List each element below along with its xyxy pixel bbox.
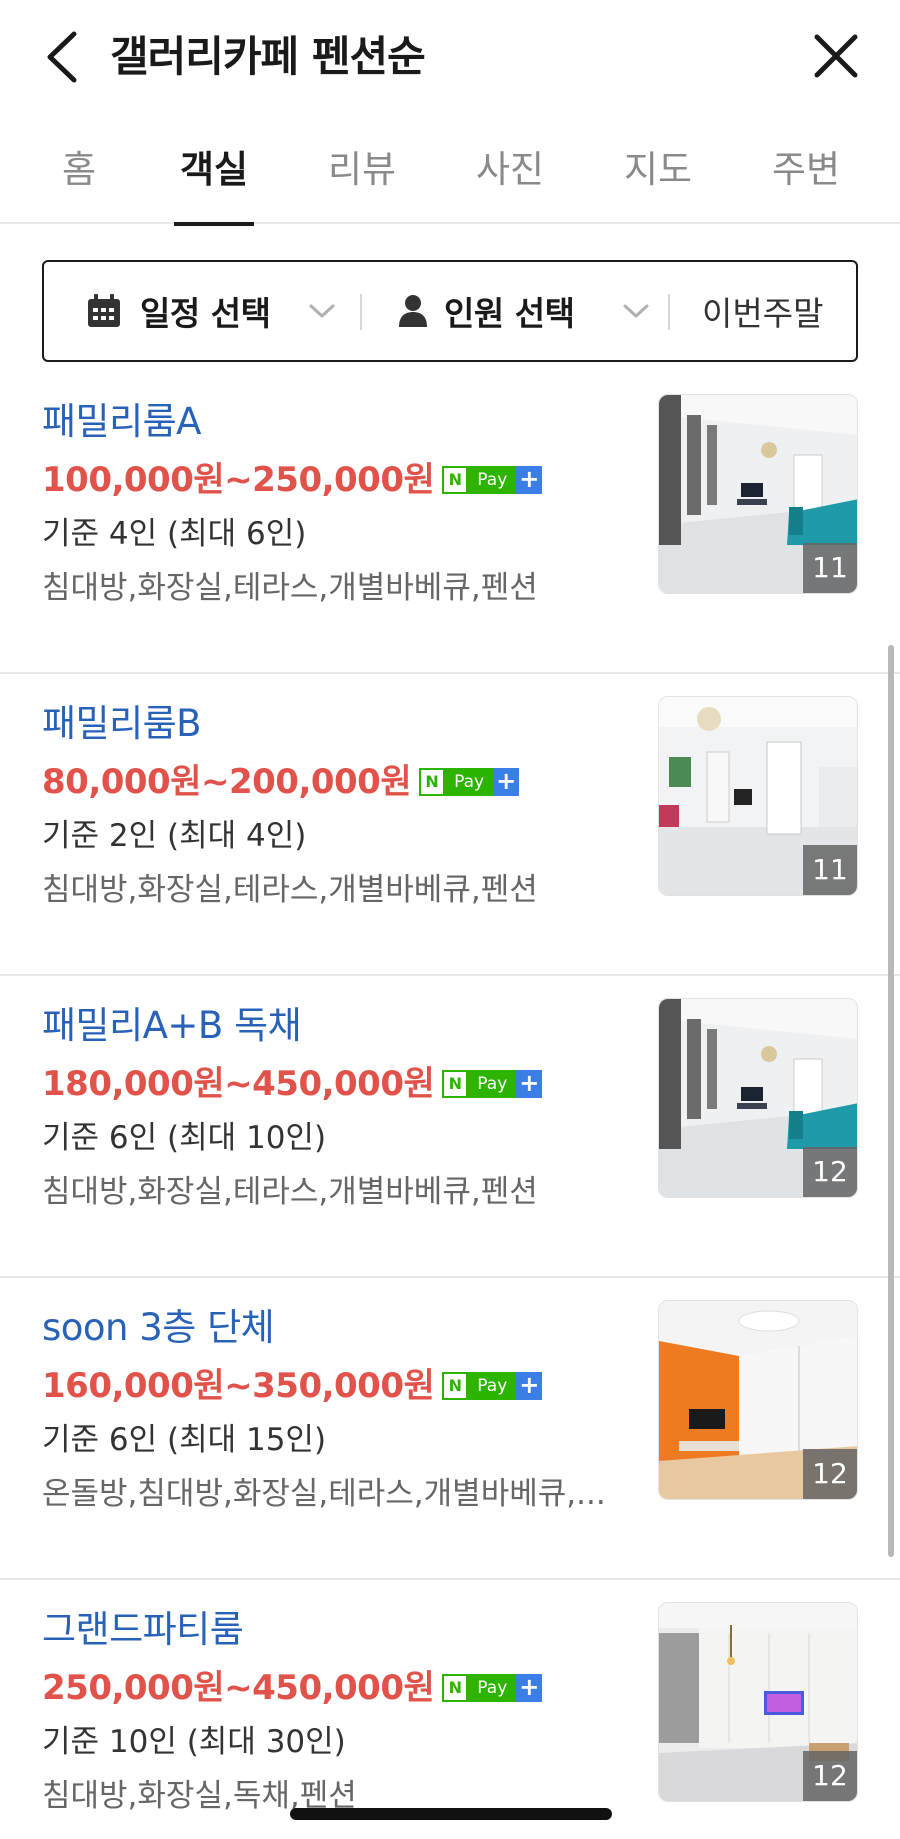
people-select-label: 인원 선택	[444, 294, 575, 333]
npay-badge: N Pay +	[442, 1070, 543, 1098]
photo-count: 11	[803, 543, 857, 593]
date-select[interactable]: 일정 선택	[86, 262, 336, 360]
npay-pay-text: Pay	[445, 768, 494, 796]
divider	[360, 294, 362, 330]
tab-rooms[interactable]: 객실	[174, 140, 254, 226]
date-select-label: 일정 선택	[140, 294, 271, 333]
room-price: 250,000원~450,000원	[42, 1668, 435, 1708]
plus-icon: +	[516, 466, 543, 494]
room-name[interactable]: 그랜드파티룸	[42, 1606, 244, 1654]
room-price: 160,000원~350,000원	[42, 1366, 435, 1406]
room-item[interactable]: 패밀리A+B 독채 180,000원~450,000원 N Pay + 기준 6…	[0, 976, 900, 1278]
price-row: 80,000원~200,000원 N Pay +	[42, 760, 520, 804]
npay-badge: N Pay +	[442, 1674, 543, 1702]
scrollbar[interactable]	[888, 645, 894, 1557]
tab-photos[interactable]: 사진	[470, 140, 550, 224]
npay-n-mark: N	[442, 466, 469, 494]
npay-n-mark: N	[419, 768, 446, 796]
photo-count: 12	[803, 1449, 857, 1499]
room-capacity: 기준 6인 (최대 15인)	[42, 1422, 327, 1458]
photo-count: 11	[803, 845, 857, 895]
photo-count: 12	[803, 1147, 857, 1197]
room-photo[interactable]: 12	[658, 998, 858, 1198]
room-item[interactable]: 그랜드파티룸 250,000원~450,000원 N Pay + 기준 10인 …	[0, 1580, 900, 1839]
room-capacity: 기준 6인 (최대 10인)	[42, 1120, 327, 1156]
header: 갤러리카페 펜션순	[0, 0, 900, 112]
room-name[interactable]: 패밀리A+B 독채	[42, 1002, 302, 1050]
room-item[interactable]: 패밀리룸A 100,000원~250,000원 N Pay + 기준 4인 (최…	[0, 372, 900, 674]
price-row: 100,000원~250,000원 N Pay +	[42, 458, 543, 502]
people-select[interactable]: 인원 선택	[398, 262, 650, 360]
room-name[interactable]: 패밀리룸B	[42, 700, 202, 748]
room-price: 100,000원~250,000원	[42, 460, 435, 500]
npay-n-mark: N	[442, 1372, 469, 1400]
price-row: 160,000원~350,000원 N Pay +	[42, 1364, 543, 1408]
chevron-left-icon	[47, 31, 77, 83]
npay-badge: N Pay +	[419, 768, 520, 796]
this-weekend-button[interactable]: 이번주말	[702, 262, 823, 360]
room-amenities: 침대방,화장실,테라스,개별바베큐,펜션	[42, 1174, 538, 1210]
calendar-icon	[88, 294, 120, 327]
plus-icon: +	[516, 1674, 543, 1702]
price-row: 250,000원~450,000원 N Pay +	[42, 1666, 543, 1710]
chevron-down-icon	[623, 304, 649, 318]
room-name[interactable]: soon 3층 단체	[42, 1304, 275, 1352]
npay-pay-text: Pay	[468, 1372, 517, 1400]
room-name[interactable]: 패밀리룸A	[42, 398, 201, 446]
plus-icon: +	[516, 1070, 543, 1098]
close-button[interactable]	[812, 32, 860, 80]
room-capacity: 기준 2인 (최대 4인)	[42, 818, 307, 854]
photo-count: 12	[803, 1751, 857, 1801]
tab-bar: 홈 객실 리뷰 사진 지도 주변	[0, 128, 900, 226]
room-item[interactable]: 패밀리룸B 80,000원~200,000원 N Pay + 기준 2인 (최대…	[0, 674, 900, 976]
room-amenities: 침대방,화장실,테라스,개별바베큐,펜션	[42, 872, 538, 908]
divider	[668, 294, 670, 330]
room-photo[interactable]: 12	[658, 1300, 858, 1500]
npay-badge: N Pay +	[442, 1372, 543, 1400]
plus-icon: +	[516, 1372, 543, 1400]
plus-icon: +	[493, 768, 520, 796]
room-photo[interactable]: 12	[658, 1602, 858, 1802]
npay-pay-text: Pay	[468, 1070, 517, 1098]
npay-n-mark: N	[442, 1674, 469, 1702]
room-capacity: 기준 10인 (최대 30인)	[42, 1724, 346, 1760]
home-indicator	[290, 1808, 612, 1820]
room-amenities: 침대방,화장실,테라스,개별바베큐,펜션	[42, 570, 538, 606]
room-capacity: 기준 4인 (최대 6인)	[42, 516, 307, 552]
chevron-down-icon	[309, 304, 335, 318]
npay-badge: N Pay +	[442, 466, 543, 494]
close-icon	[814, 34, 858, 78]
room-photo[interactable]: 11	[658, 696, 858, 896]
npay-n-mark: N	[442, 1070, 469, 1098]
room-photo[interactable]: 11	[658, 394, 858, 594]
room-price: 80,000원~200,000원	[42, 762, 412, 802]
tab-nearby[interactable]: 주변	[766, 140, 846, 224]
back-button[interactable]	[40, 30, 84, 84]
tab-home[interactable]: 홈	[58, 140, 100, 224]
person-icon	[399, 295, 427, 327]
room-amenities: 온돌방,침대방,화장실,테라스,개별바베큐,...	[42, 1476, 606, 1512]
npay-pay-text: Pay	[468, 466, 517, 494]
room-price: 180,000원~450,000원	[42, 1064, 435, 1104]
filter-bar: 일정 선택 인원 선택 이번주말	[42, 260, 858, 362]
tab-map[interactable]: 지도	[618, 140, 698, 224]
tab-reviews[interactable]: 리뷰	[322, 140, 402, 224]
page-title: 갤러리카페 펜션순	[110, 32, 426, 81]
this-weekend-label: 이번주말	[702, 294, 824, 333]
room-item[interactable]: soon 3층 단체 160,000원~350,000원 N Pay + 기준 …	[0, 1278, 900, 1580]
price-row: 180,000원~450,000원 N Pay +	[42, 1062, 543, 1106]
npay-pay-text: Pay	[468, 1674, 517, 1702]
